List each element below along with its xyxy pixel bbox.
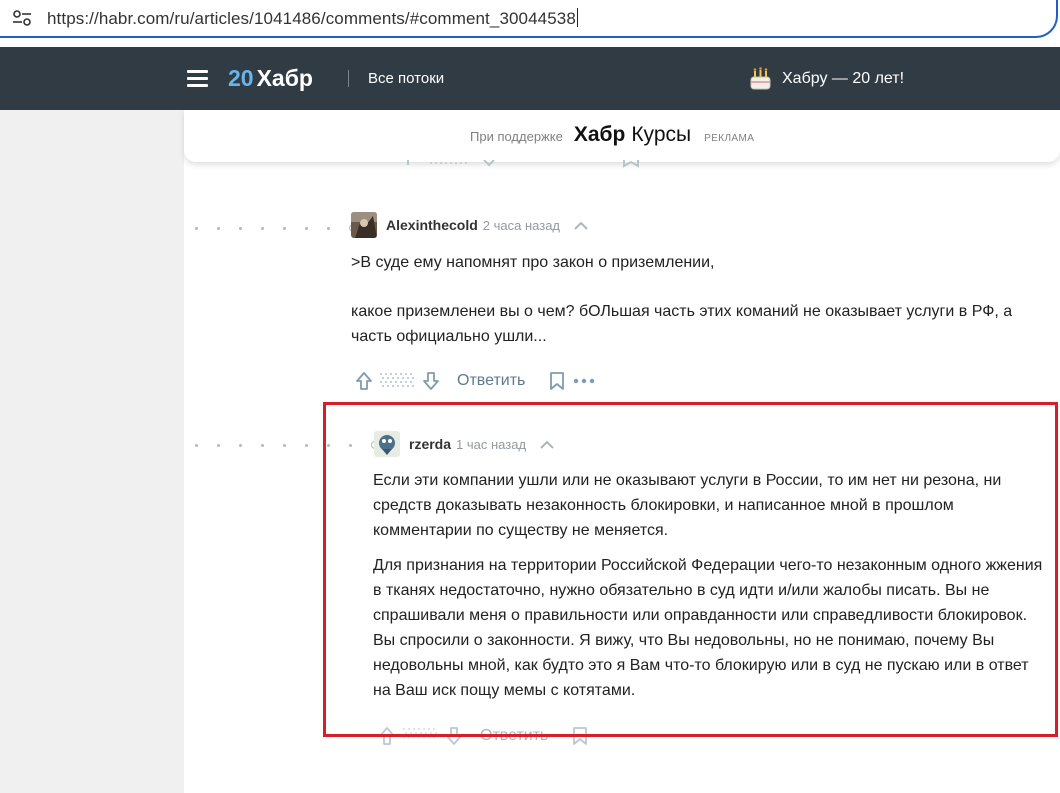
address-bar[interactable]: https://habr.com/ru/articles/1041486/com…: [0, 0, 1058, 38]
sponsor-brand: Хабр: [573, 123, 626, 146]
comment-time[interactable]: 2 часа назад: [483, 218, 560, 233]
reply-button[interactable]: Ответить: [457, 372, 525, 390]
site-header: 20 Хабр Все потоки Хабру — 20 лет!: [0, 47, 1060, 110]
anniversary-text: Хабру — 20 лет!: [782, 69, 905, 87]
highlight-frame: [323, 402, 1058, 737]
site-settings-icon[interactable]: [12, 8, 32, 28]
vote-down-icon[interactable]: [422, 371, 440, 391]
comment-actions: Ответить: [355, 371, 595, 391]
avatar[interactable]: [351, 212, 377, 238]
chevron-up-icon[interactable]: [574, 221, 588, 230]
anniversary-link[interactable]: Хабру — 20 лет!: [748, 66, 904, 91]
sponsor-product: Курсы: [631, 123, 692, 146]
nav-divider: [348, 70, 349, 87]
sponsor-label: При поддержке: [470, 129, 563, 144]
rating-placeholder: [380, 373, 414, 387]
vote-up-icon[interactable]: [355, 371, 373, 391]
habr-logo[interactable]: 20 Хабр: [228, 63, 313, 93]
all-flows-link[interactable]: Все потоки: [368, 70, 444, 87]
logo-name: Хабр: [256, 64, 313, 91]
comment-paragraph: >В суде ему напомнят про закон о приземл…: [351, 254, 715, 271]
menu-icon[interactable]: [187, 70, 208, 87]
left-gutter: [0, 110, 184, 793]
sponsor-banner[interactable]: При поддержке Хабр Курсы РЕКЛАМА: [184, 110, 1060, 162]
cake-icon: [750, 67, 771, 90]
hidden-actions-fragment: [407, 160, 639, 168]
comment-author[interactable]: Alexinthecold: [386, 217, 478, 233]
url-text[interactable]: https://habr.com/ru/articles/1041486/com…: [47, 8, 578, 29]
comment-body: >В суде ему напомнят про закон о приземл…: [351, 250, 1051, 349]
browser-toolbar: https://habr.com/ru/articles/1041486/com…: [0, 0, 1060, 47]
thread-line: [195, 224, 357, 232]
more-options-icon[interactable]: [573, 378, 595, 384]
comment-paragraph: какое приземленеи вы о чем? бОЛьшая част…: [351, 303, 1013, 345]
bookmark-icon[interactable]: [548, 371, 566, 391]
ad-label: РЕКЛАМА: [704, 133, 755, 144]
comment-header: Alexinthecold 2 часа назад: [351, 212, 588, 238]
logo-number: 20: [228, 64, 254, 91]
